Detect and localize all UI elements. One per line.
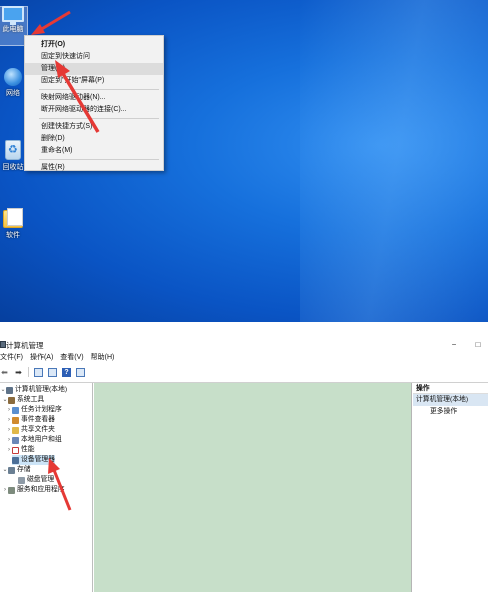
menu-item-map-drive[interactable]: 映射网络驱动器(N)... <box>25 92 163 104</box>
tree-label: 本地用户和组 <box>21 436 62 443</box>
computer-icon <box>2 6 24 25</box>
tree-item-device-manager[interactable]: 设备管理器 <box>12 455 55 465</box>
desktop-icon-label: 网络 <box>6 90 20 97</box>
tree-label: 性能 <box>21 446 35 453</box>
menu-item-manage[interactable]: 管理(G) <box>25 63 163 75</box>
menu-action[interactable]: 操作(A) <box>30 352 53 364</box>
disk-icon <box>18 476 25 484</box>
device-manager-icon <box>12 456 19 464</box>
tree-label: 共享文件夹 <box>21 426 55 433</box>
menu-separator <box>39 159 159 160</box>
network-globe-icon <box>4 68 22 86</box>
tree-label: 磁盘管理 <box>27 476 55 483</box>
minimize-button[interactable]: − <box>448 339 460 351</box>
tree-item-shared-folders[interactable]: › 共享文件夹 <box>6 425 55 435</box>
shared-folder-icon <box>12 426 19 434</box>
back-arrow-icon[interactable]: ⬅ <box>0 368 9 377</box>
tree-label: 任务计划程序 <box>21 406 62 413</box>
recycle-bin-icon <box>5 140 21 160</box>
desktop-icon-label: 回收站 <box>2 164 24 171</box>
tree-label: 设备管理器 <box>21 456 55 463</box>
show-hide-tree-icon[interactable] <box>34 367 43 377</box>
menu-view[interactable]: 查看(V) <box>60 352 83 364</box>
menu-item-disconnect-drive[interactable]: 断开网络驱动器的连接(C)... <box>25 104 163 116</box>
menu-item-properties[interactable]: 属性(R) <box>25 162 163 174</box>
menu-item-pin-quick-access[interactable]: 固定到快速访问 <box>25 51 163 63</box>
tree-item-performance[interactable]: › 性能 <box>6 445 35 455</box>
folder-icon <box>3 208 23 228</box>
menu-item-create-shortcut[interactable]: 创建快捷方式(S) <box>25 121 163 133</box>
computer-management-icon <box>6 386 13 394</box>
main-content: ⌄ 计算机管理(本地) ⌄ 系统工具 › 任务计划程序 › 事件查看器 › 共享… <box>0 382 488 592</box>
menu-bar: 文件(F) 操作(A) 查看(V) 帮助(H) <box>0 352 488 364</box>
tree-item-disk-management[interactable]: 磁盘管理 <box>18 475 54 485</box>
menu-help[interactable]: 帮助(H) <box>91 352 115 364</box>
tree-item-task-scheduler[interactable]: › 任务计划程序 <box>6 405 62 415</box>
more-actions-link[interactable]: 更多操作 <box>413 406 488 418</box>
menu-separator <box>39 118 159 119</box>
result-pane <box>94 383 412 592</box>
actions-header: 操作 <box>413 383 488 394</box>
actions-section-title[interactable]: 计算机管理(本地) <box>413 394 488 406</box>
performance-icon <box>12 446 19 454</box>
desktop-icon-label: 软件 <box>6 232 20 239</box>
title-bar: 计算机管理 − □ <box>0 338 488 352</box>
maximize-button[interactable]: □ <box>472 339 484 351</box>
properties-icon[interactable] <box>48 367 57 377</box>
task-scheduler-icon <box>12 406 19 414</box>
tree-item-system-tools[interactable]: ⌄ 系统工具 <box>2 395 44 405</box>
tree-item-local-users[interactable]: › 本地用户和组 <box>6 435 62 445</box>
desktop-icon-recycle-bin[interactable]: 回收站 <box>0 140 26 172</box>
forward-arrow-icon[interactable]: ➡ <box>14 368 23 377</box>
users-icon <box>12 436 19 444</box>
window-title: 计算机管理 <box>6 341 44 350</box>
menu-item-rename[interactable]: 重命名(M) <box>25 145 163 157</box>
tree-item-services[interactable]: › 服务和应用程序 <box>2 485 65 495</box>
storage-icon <box>8 466 15 474</box>
menu-item-delete[interactable]: 删除(D) <box>25 133 163 145</box>
tree-item-storage[interactable]: ⌄ 存储 <box>2 465 31 475</box>
menu-file[interactable]: 文件(F) <box>0 352 23 364</box>
event-viewer-icon <box>12 416 19 424</box>
wallpaper-light-beam <box>300 0 488 322</box>
help-icon[interactable]: ? <box>62 367 71 377</box>
tree-label: 事件查看器 <box>21 416 55 423</box>
desktop-icon-software-folder[interactable]: 软件 <box>0 208 26 240</box>
tree-item-event-viewer[interactable]: › 事件查看器 <box>6 415 55 425</box>
panel-icon[interactable] <box>76 367 85 377</box>
toolbar: ⬅ ➡ ? <box>0 364 488 380</box>
arrow-to-this-pc-head <box>31 24 45 35</box>
menu-item-pin-start[interactable]: 固定到"开始"屏幕(P) <box>25 75 163 87</box>
tools-icon <box>8 396 15 404</box>
tree-label: 服务和应用程序 <box>17 486 65 493</box>
desktop-icon-this-pc[interactable]: 此电脑 <box>0 6 28 46</box>
actions-pane: 操作 计算机管理(本地) 更多操作 <box>413 383 488 592</box>
console-tree: ⌄ 计算机管理(本地) ⌄ 系统工具 › 任务计划程序 › 事件查看器 › 共享… <box>0 383 93 592</box>
context-menu: 打开(O) 固定到快速访问 管理(G) 固定到"开始"屏幕(P) 映射网络驱动器… <box>24 35 164 171</box>
tree-label: 存储 <box>17 466 31 473</box>
tree-label: 计算机管理(本地) <box>15 386 68 393</box>
tree-label: 系统工具 <box>17 396 45 403</box>
computer-management-window: 计算机管理 − □ 文件(F) 操作(A) 查看(V) 帮助(H) ⬅ ➡ ? … <box>0 338 488 592</box>
menu-separator <box>39 89 159 90</box>
services-icon <box>8 486 15 494</box>
tree-item-root[interactable]: ⌄ 计算机管理(本地) <box>0 385 67 395</box>
toolbar-separator <box>28 367 29 377</box>
desktop-icon-network[interactable]: 网络 <box>0 68 26 98</box>
desktop: 此电脑 网络 回收站 软件 打开(O) 固定到快速访问 管理(G) 固定到"开始… <box>0 0 488 322</box>
arrow-to-this-pc-shaft <box>39 10 71 32</box>
menu-item-open[interactable]: 打开(O) <box>25 39 163 51</box>
